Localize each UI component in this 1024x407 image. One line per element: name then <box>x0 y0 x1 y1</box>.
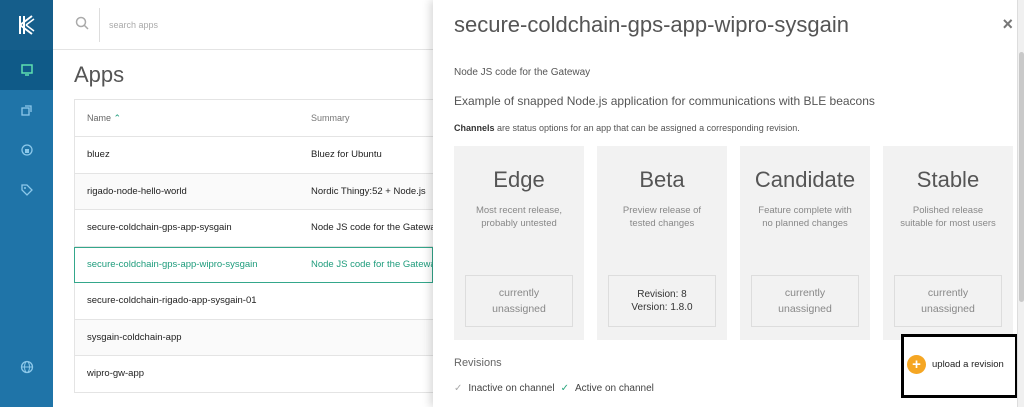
row-name: secure-coldchain-gps-app-sysgain <box>87 222 232 234</box>
channel-name: Stable <box>916 167 980 192</box>
upload-revision-button[interactable]: + upload a revision <box>907 355 1004 374</box>
plus-circle-icon: + <box>907 355 926 374</box>
channel-description: Most recent release, probably untested <box>454 204 584 230</box>
channels-grid: Edge Most recent release, probably untes… <box>454 146 1013 340</box>
search-bar <box>53 0 433 50</box>
devices-icon <box>20 103 34 117</box>
sidebar-item-tags[interactable] <box>0 170 53 210</box>
scrollbar-thumb[interactable] <box>1019 52 1024 302</box>
search-divider <box>99 8 100 42</box>
row-name: bluez <box>87 149 110 161</box>
channel-card-candidate: Candidate Feature complete with no plann… <box>740 146 870 340</box>
channel-desc-line: no planned changes <box>762 218 848 229</box>
row-name: secure-coldchain-rigado-app-sysgain-01 <box>87 295 257 307</box>
table-row[interactable]: secure-coldchain-rigado-app-sysgain-01 <box>74 283 433 320</box>
table-row[interactable]: rigado-node-hello-world Nordic Thingy:52… <box>74 173 433 210</box>
channel-card-beta: Beta Preview release of tested changes R… <box>597 146 727 340</box>
channel-desc-line: Polished release <box>912 205 984 216</box>
channel-description: Preview release of tested changes <box>597 204 727 230</box>
apps-table: Name ⌃ Summary bluez Bluez for Ubuntu ri… <box>74 99 433 393</box>
channel-card-stable: Stable Polished release suitable for mos… <box>883 146 1013 340</box>
row-summary: Nordic Thingy:52 + Node.js <box>311 185 426 197</box>
channel-name: Beta <box>639 167 685 192</box>
app-description: Example of snapped Node.js application f… <box>454 94 875 108</box>
revision-line: Version: 1.8.0 <box>631 302 693 313</box>
channel-desc-line: Most recent release, <box>475 205 563 216</box>
scrollbar[interactable] <box>1017 0 1024 407</box>
channels-note-text: are status options for an app that can b… <box>494 123 800 133</box>
revision-line: Revision: 8 <box>637 289 687 300</box>
channels-note-bold: Channels <box>454 123 495 133</box>
table-row[interactable]: sysgain-coldchain-app <box>74 319 433 356</box>
upload-revision-label: upload a revision <box>932 359 1004 370</box>
row-name: wipro-gw-app <box>87 368 145 380</box>
revisions-legend: ✓ Inactive on channel ✓ Active on channe… <box>454 383 654 394</box>
sidebar <box>0 0 53 407</box>
table-header: Name ⌃ Summary <box>74 100 433 137</box>
table-row[interactable]: bluez Bluez for Ubuntu <box>74 137 433 174</box>
revision-line: currently <box>498 287 540 299</box>
sidebar-item-apps[interactable] <box>0 50 53 90</box>
column-header-summary[interactable]: Summary <box>311 113 433 123</box>
row-summary: Bluez for Ubuntu <box>311 149 382 161</box>
sidebar-item-globe[interactable] <box>0 347 53 387</box>
globe-icon <box>20 360 34 374</box>
close-icon[interactable]: × <box>1002 14 1013 35</box>
channel-card-edge: Edge Most recent release, probably untes… <box>454 146 584 340</box>
sort-ascending-icon: ⌃ <box>113 112 122 123</box>
check-icon-active: ✓ <box>560 383 569 394</box>
gateway-icon <box>20 143 34 157</box>
legend-inactive-label: Inactive on channel <box>468 383 555 394</box>
channel-desc-line: probably untested <box>481 218 557 229</box>
row-name: secure-coldchain-gps-app-wipro-sysgain <box>87 259 258 271</box>
page-title: Apps <box>74 62 125 87</box>
app-detail-title: secure-coldchain-gps-app-wipro-sysgain <box>454 12 849 37</box>
sidebar-item-devices[interactable] <box>0 90 53 130</box>
row-name: sysgain-coldchain-app <box>87 331 182 343</box>
channel-revision-slot[interactable]: currently unassigned <box>465 275 573 327</box>
channel-description: Polished release suitable for most users <box>883 204 1013 230</box>
sidebar-item-gateways[interactable] <box>0 130 53 170</box>
revision-line: unassigned <box>921 303 975 315</box>
app-summary: Node JS code for the Gateway <box>454 67 591 78</box>
channel-desc-line: tested changes <box>629 218 695 229</box>
channel-desc-line: Feature complete with <box>758 205 852 216</box>
search-input[interactable] <box>109 15 359 35</box>
channel-revision-slot[interactable]: currently unassigned <box>751 275 859 327</box>
revision-line: unassigned <box>492 303 546 315</box>
channel-revision-slot[interactable]: currently unassigned <box>894 275 1002 327</box>
tag-icon <box>20 183 34 197</box>
table-row-selected[interactable]: secure-coldchain-gps-app-wipro-sysgain N… <box>74 246 433 283</box>
channel-desc-line: suitable for most users <box>900 218 996 229</box>
revision-line: currently <box>927 287 969 299</box>
revision-line: unassigned <box>778 303 832 315</box>
monitor-icon <box>20 63 34 77</box>
legend-active-label: Active on channel <box>574 383 654 394</box>
channels-note: Channels are status options for an app t… <box>454 123 800 133</box>
column-header-name[interactable]: Name ⌃ <box>75 113 311 124</box>
revision-line: currently <box>784 287 826 299</box>
rigado-logo-icon[interactable] <box>0 0 53 50</box>
table-row[interactable]: wipro-gw-app <box>74 356 433 393</box>
column-header-name-label: Name <box>87 112 112 123</box>
channel-revision-slot[interactable]: Revision: 8 Version: 1.8.0 <box>608 275 716 327</box>
row-summary: Node JS code for the Gateway <box>311 259 432 271</box>
row-summary: Node JS code for the Gateway <box>311 222 433 234</box>
search-icon <box>75 16 89 35</box>
channel-name: Edge <box>493 167 545 192</box>
revisions-heading: Revisions <box>454 357 502 369</box>
channel-desc-line: Preview release of <box>622 205 702 216</box>
channel-description: Feature complete with no planned changes <box>740 204 870 230</box>
check-icon-inactive: ✓ <box>454 383 463 394</box>
row-name: rigado-node-hello-world <box>87 185 187 197</box>
table-row[interactable]: secure-coldchain-gps-app-sysgain Node JS… <box>74 210 433 247</box>
channel-name: Candidate <box>754 167 856 192</box>
